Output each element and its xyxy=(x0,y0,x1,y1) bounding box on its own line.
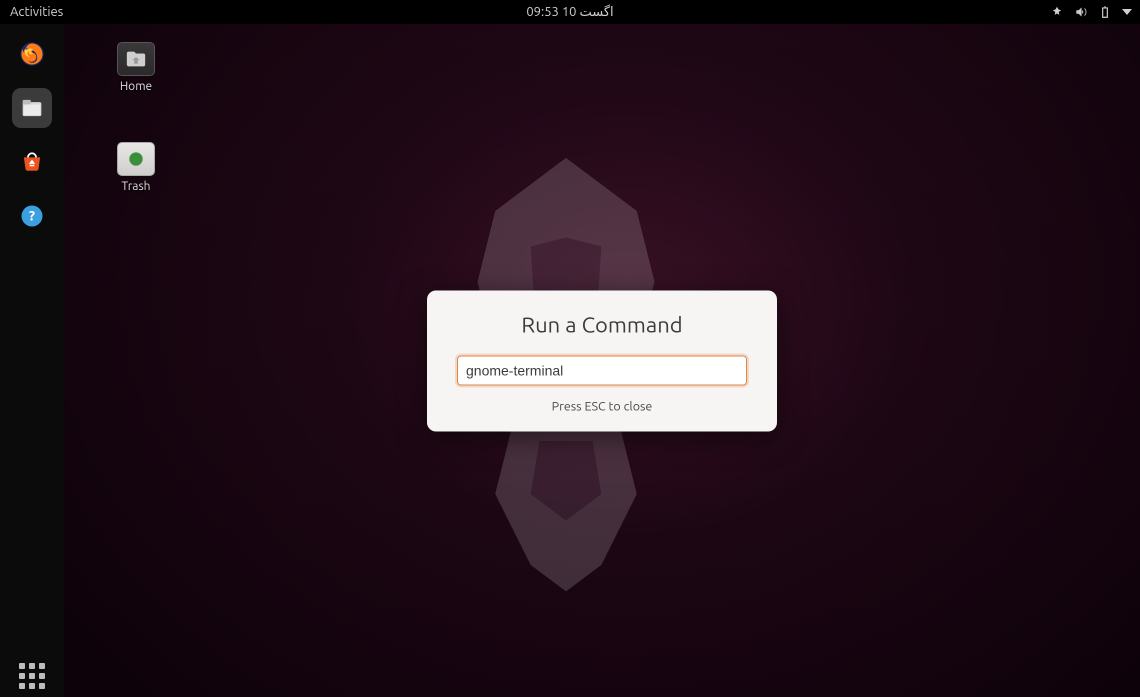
software-icon xyxy=(18,148,46,176)
help-icon: ? xyxy=(18,202,46,230)
firefox-icon xyxy=(18,40,46,68)
svg-text:?: ? xyxy=(29,208,35,224)
desktop-icon-home[interactable]: Home xyxy=(100,42,172,93)
desktop[interactable]: Home Trash Run a Command Press ESC to cl… xyxy=(64,24,1140,697)
desktop-icon-trash[interactable]: Trash xyxy=(100,142,172,193)
dock-item-firefox[interactable] xyxy=(12,34,52,74)
system-tray[interactable] xyxy=(1050,5,1132,19)
dock-item-software[interactable] xyxy=(12,142,52,182)
network-icon[interactable] xyxy=(1050,5,1064,19)
desktop-icon-label: Trash xyxy=(100,180,172,193)
desktop-icon-label: Home xyxy=(100,80,172,93)
dialog-hint: Press ESC to close xyxy=(457,399,747,413)
run-command-dialog: Run a Command Press ESC to close xyxy=(427,290,777,431)
command-input[interactable] xyxy=(457,355,747,385)
show-applications-button[interactable] xyxy=(0,663,64,689)
folder-home-icon xyxy=(117,42,155,76)
files-icon xyxy=(18,94,46,122)
dock-item-files[interactable] xyxy=(12,88,52,128)
system-menu-chevron-icon[interactable] xyxy=(1122,9,1132,15)
activities-button[interactable]: Activities xyxy=(10,5,63,19)
dock: ? xyxy=(0,24,64,697)
apps-grid-icon xyxy=(19,663,45,689)
dock-item-help[interactable]: ? xyxy=(12,196,52,236)
top-panel: Activities 09:53 اگست 10 xyxy=(0,0,1140,24)
dialog-title: Run a Command xyxy=(457,312,747,337)
battery-icon[interactable] xyxy=(1098,5,1112,19)
trash-icon xyxy=(117,142,155,176)
panel-clock[interactable]: 09:53 اگست 10 xyxy=(526,5,613,20)
volume-icon[interactable] xyxy=(1074,5,1088,19)
